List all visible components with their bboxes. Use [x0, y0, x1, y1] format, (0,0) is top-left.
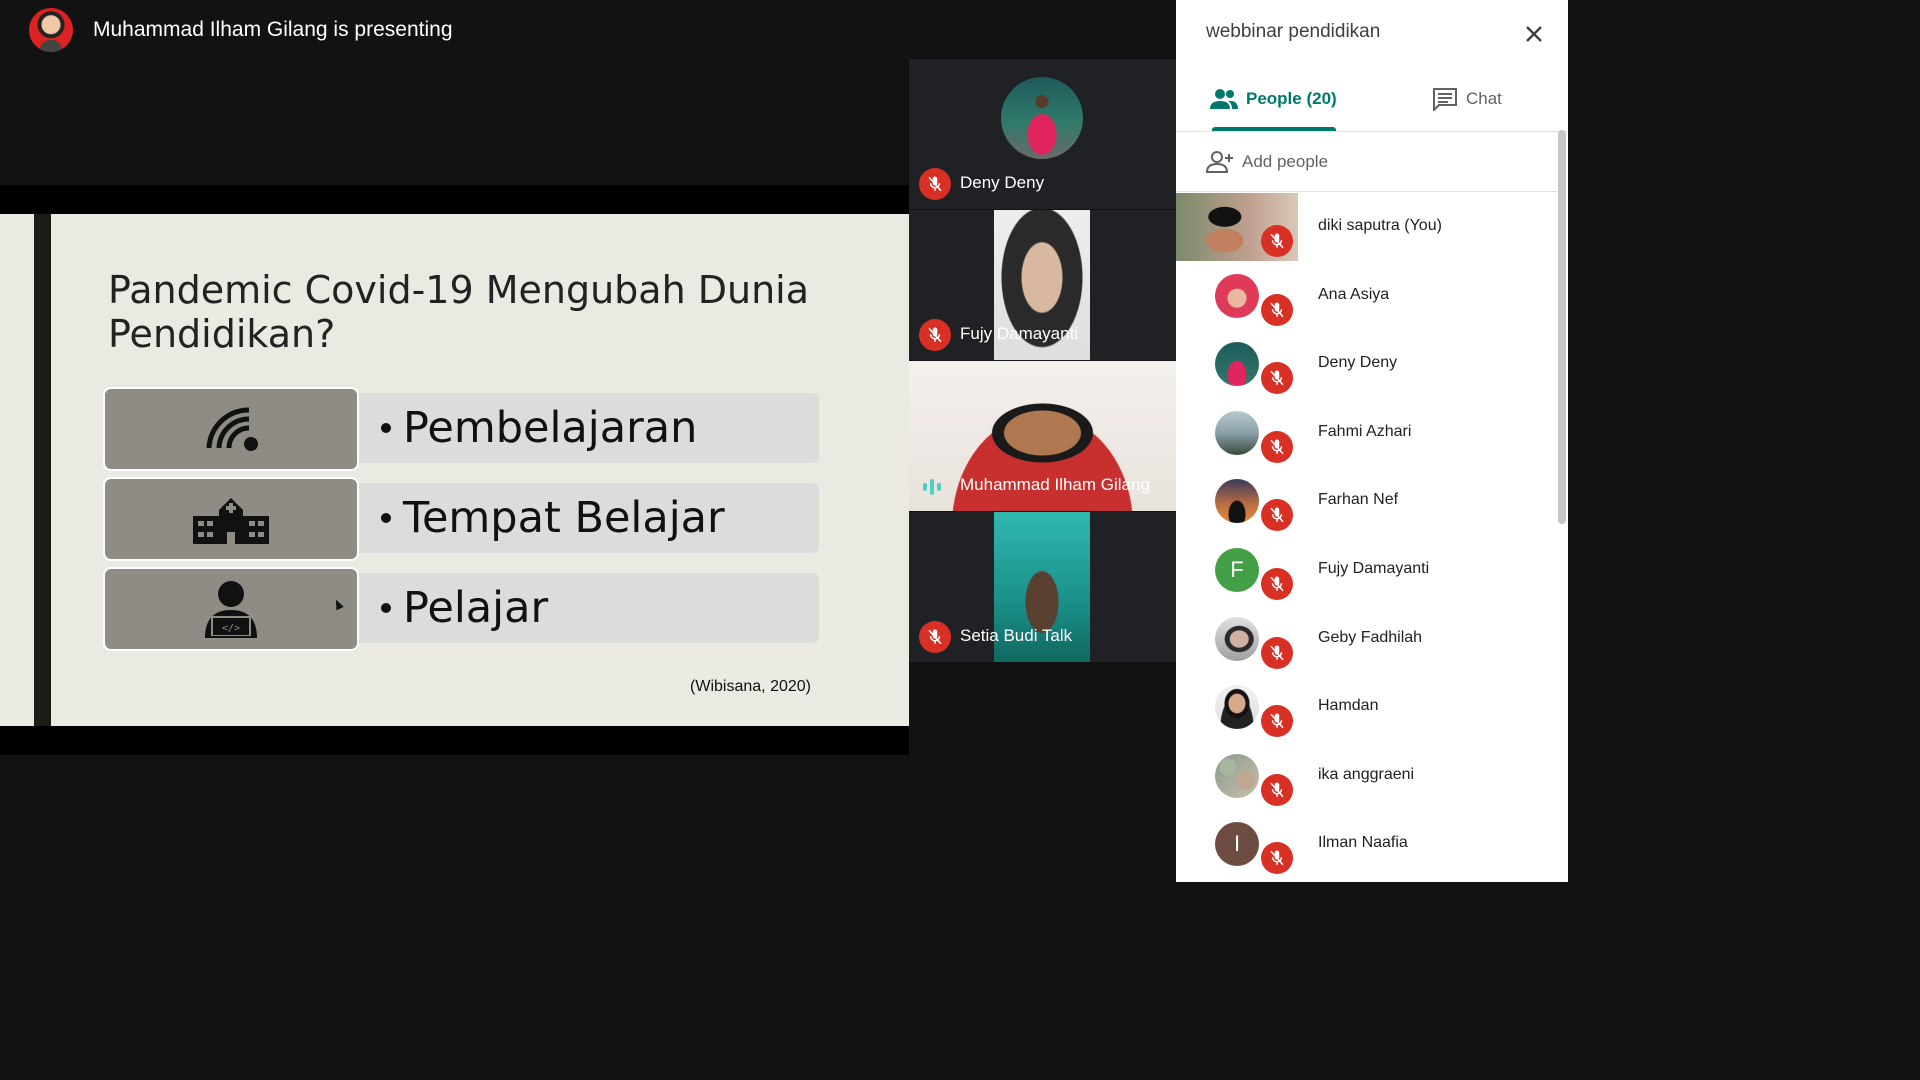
slide-item: Pembelajaran	[103, 387, 819, 471]
tab-chat-label: Chat	[1466, 88, 1502, 108]
mic-off-icon	[1261, 431, 1293, 463]
close-button[interactable]	[1520, 20, 1548, 48]
school-building-icon	[103, 477, 359, 561]
slide-citation: (Wibisana, 2020)	[690, 678, 811, 695]
active-tab-indicator	[1212, 127, 1336, 131]
person-name: Fahmi Azhari	[1318, 423, 1412, 440]
avatar	[1215, 342, 1259, 386]
meeting-title: webbinar pendidikan	[1206, 21, 1381, 42]
letterbox-top	[0, 185, 909, 214]
slide-item-text: Pembelajaran	[359, 393, 819, 463]
tab-chat[interactable]: Chat	[1432, 66, 1502, 131]
mic-off-icon	[1261, 294, 1293, 326]
participant-name: Fujy Damayanti	[960, 324, 1079, 343]
avatar	[1001, 77, 1083, 159]
bullet	[381, 513, 391, 523]
list-item[interactable]: diki saputra (You)	[1176, 193, 1556, 261]
student-coder-icon: </>	[103, 567, 359, 651]
list-item[interactable]: Hamdan	[1176, 673, 1556, 741]
list-item[interactable]: I Ilman Naafia	[1176, 810, 1556, 878]
avatar	[1215, 479, 1259, 523]
person-name: diki saputra (You)	[1318, 217, 1442, 234]
meet-window: Muhammad Ilham Gilang is presenting Pand…	[0, 0, 1568, 882]
mic-off-icon	[919, 168, 951, 200]
add-person-icon	[1206, 150, 1233, 173]
mic-off-icon	[1261, 705, 1293, 737]
presenting-text: Muhammad Ilham Gilang is presenting	[93, 18, 453, 41]
participant-tile[interactable]: Setia Budi Talk	[909, 512, 1176, 662]
add-people-button[interactable]: Add people	[1176, 132, 1558, 192]
slide-item: </> Pelajar	[103, 567, 819, 651]
person-name: Farhan Nef	[1318, 491, 1399, 508]
participant-name: Deny Deny	[960, 173, 1045, 192]
close-icon	[1526, 26, 1542, 42]
slide-item-label: Pelajar	[403, 583, 549, 633]
mic-off-icon	[919, 319, 951, 351]
slide-item-text: Pelajar	[359, 573, 819, 643]
bullet	[381, 423, 391, 433]
svg-text:</>: </>	[222, 623, 240, 634]
presenter-avatar	[29, 8, 73, 52]
slide-item-label: Tempat Belajar	[403, 493, 725, 543]
mic-off-icon	[1261, 499, 1293, 531]
avatar	[1215, 754, 1259, 798]
scrollbar[interactable]	[1558, 130, 1566, 524]
person-name: ika anggraeni	[1318, 766, 1415, 783]
people-icon	[1210, 88, 1238, 109]
participant-tile[interactable]: Deny Deny	[909, 59, 1176, 209]
avatar	[1215, 617, 1259, 661]
avatar	[1215, 685, 1259, 729]
people-panel: webbinar pendidikan People (20) Chat Add…	[1176, 0, 1568, 882]
add-people-label: Add people	[1242, 151, 1329, 171]
panel-tabs: People (20) Chat	[1176, 66, 1568, 132]
person-name: Fujy Damayanti	[1318, 560, 1430, 577]
mic-off-icon	[1261, 774, 1293, 806]
list-item[interactable]: Deny Deny	[1176, 330, 1556, 398]
participant-tile[interactable]: Fujy Damayanti	[909, 210, 1176, 360]
list-item[interactable]: ika anggraeni	[1176, 742, 1556, 810]
bullet	[381, 603, 391, 613]
slide-item: Tempat Belajar	[103, 477, 819, 561]
slide: Pandemic Covid-19 Mengubah Dunia Pendidi…	[0, 214, 909, 726]
list-item[interactable]: Fahmi Azhari	[1176, 399, 1556, 467]
slide-item-text: Tempat Belajar	[359, 483, 819, 553]
mic-off-icon	[919, 621, 951, 653]
person-name: Deny Deny	[1318, 354, 1398, 371]
list-item[interactable]: Farhan Nef	[1176, 467, 1556, 535]
mic-off-icon	[1261, 637, 1293, 669]
list-item[interactable]: Ana Asiya	[1176, 262, 1556, 330]
mic-off-icon	[1261, 842, 1293, 874]
avatar-initial: I	[1233, 831, 1241, 856]
slide-accent-bar	[34, 214, 51, 726]
speaking-indicator-icon	[923, 479, 941, 495]
tab-people-label: People (20)	[1246, 88, 1337, 108]
presentation-stage: Pandemic Covid-19 Mengubah Dunia Pendidi…	[0, 60, 909, 882]
wifi-icon	[103, 387, 359, 471]
chat-icon	[1433, 87, 1457, 111]
list-item[interactable]: Geby Fadhilah	[1176, 605, 1556, 673]
person-name: Hamdan	[1318, 697, 1379, 714]
avatar: F	[1215, 548, 1259, 592]
person-name: Ilman Naafia	[1318, 834, 1408, 851]
list-item[interactable]: F Fujy Damayanti	[1176, 536, 1556, 604]
letterbox-bottom	[0, 726, 909, 755]
mic-off-icon	[1261, 225, 1293, 257]
slide-item-label: Pembelajaran	[403, 403, 698, 453]
avatar: I	[1215, 822, 1259, 866]
presenter-bar: Muhammad Ilham Gilang is presenting	[0, 0, 1176, 60]
slide-title: Pandemic Covid-19 Mengubah Dunia Pendidi…	[108, 268, 810, 356]
participant-name: Muhammad Ilham Gilang	[960, 475, 1150, 494]
mic-off-icon	[1261, 362, 1293, 394]
tab-people[interactable]: People (20)	[1210, 66, 1337, 131]
participant-tile[interactable]: Muhammad Ilham Gilang	[909, 361, 1176, 511]
participant-name: Setia Budi Talk	[960, 626, 1073, 645]
mic-off-icon	[1261, 568, 1293, 600]
person-name: Geby Fadhilah	[1318, 629, 1423, 646]
avatar-initial: F	[1230, 557, 1244, 582]
person-name: Ana Asiya	[1318, 286, 1390, 303]
participant-tiles: Deny Deny Fujy Damayanti Muhammad Ilham …	[909, 59, 1176, 662]
avatar	[1215, 274, 1259, 318]
avatar	[1215, 411, 1259, 455]
